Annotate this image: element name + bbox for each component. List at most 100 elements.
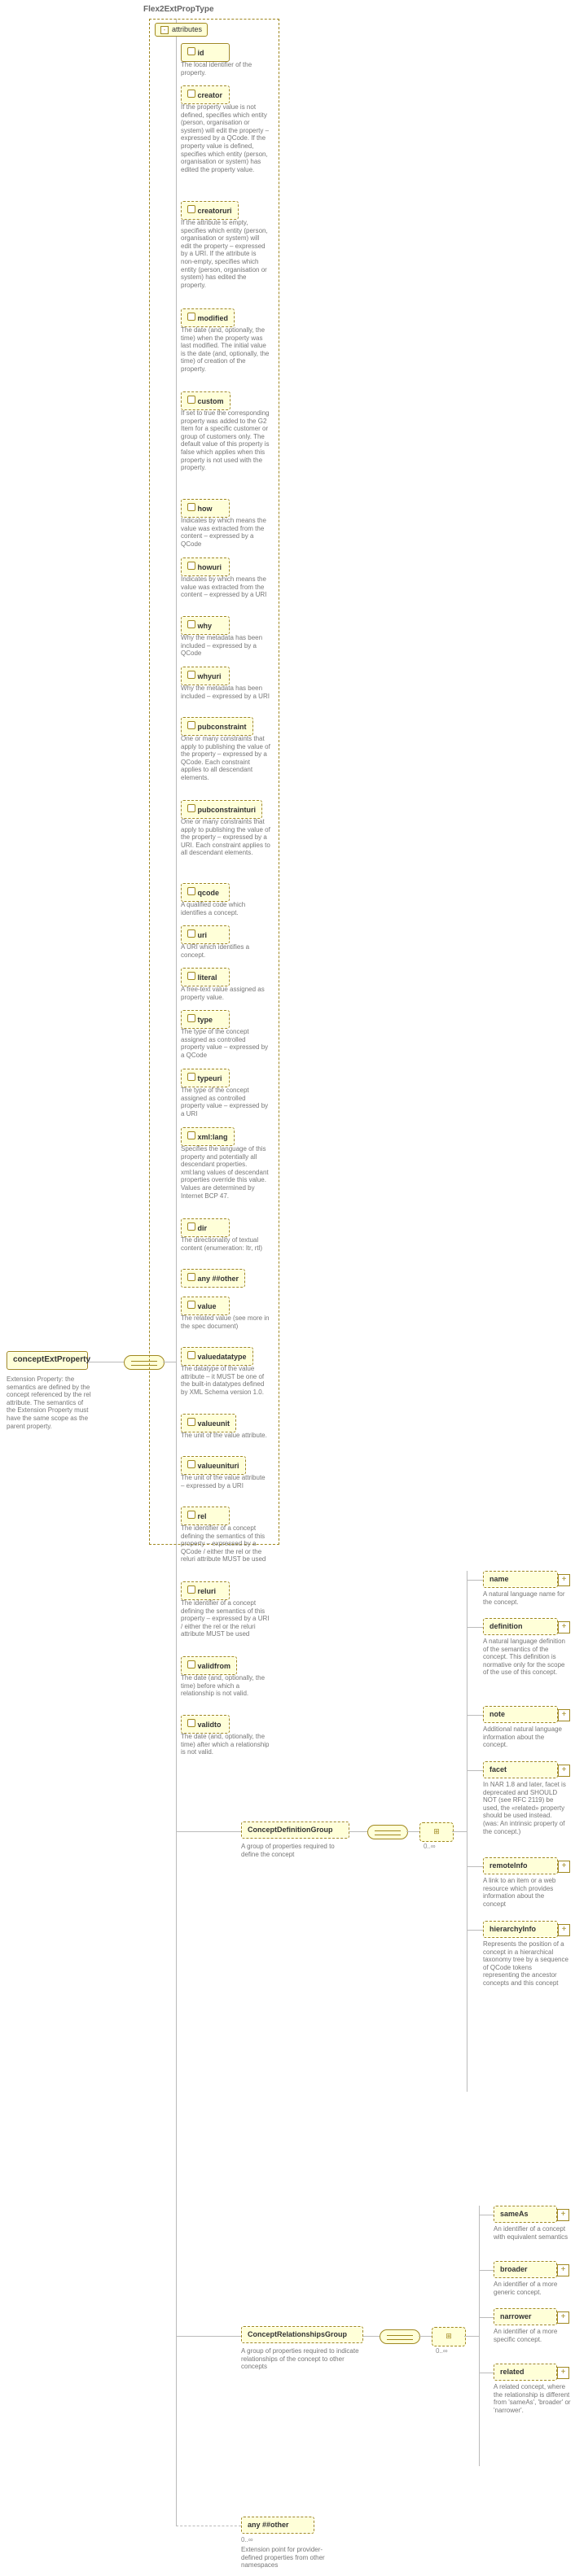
attr-name: how <box>187 503 223 514</box>
attr-desc: The related value (see more in the spec … <box>181 1314 270 1330</box>
attr-icon <box>187 1511 195 1519</box>
expand-icon[interactable]: + <box>557 2367 569 2379</box>
attr-uri: uri <box>181 925 230 944</box>
attr-label: pubconstrainturi <box>195 806 256 814</box>
attr-creatoruri: creatoruri <box>181 201 239 220</box>
attr-type: type <box>181 1010 230 1029</box>
attr-howuri: howuri <box>181 558 230 576</box>
attr-dir: dir <box>181 1218 230 1237</box>
expand-icon[interactable]: + <box>557 2311 569 2324</box>
attr-name: whyuri <box>187 671 223 681</box>
connector <box>464 2336 479 2337</box>
attr-name: literal <box>187 972 223 982</box>
child-narrower: narrower <box>494 2308 557 2325</box>
attr-name: typeuri <box>187 1073 223 1083</box>
attr-pubconstrainturi: pubconstrainturi <box>181 800 262 819</box>
attr-icon <box>187 1719 195 1727</box>
child-name: hierarchyInfo <box>489 1925 551 1934</box>
group-name: ConceptRelationshipsGroup <box>248 2330 357 2339</box>
group-desc: A group of properties required to define… <box>241 1843 351 1858</box>
attr-name: valueunituri <box>187 1460 239 1471</box>
attr-icon <box>187 887 195 895</box>
attr-label: pubconstraint <box>195 723 247 731</box>
child-definition: definition <box>483 1618 558 1635</box>
attr-desc: The date (and, optionally, the time) whe… <box>181 326 270 374</box>
attr-reluri: reluri <box>181 1581 230 1600</box>
attr-label: how <box>195 505 213 513</box>
expand-icon[interactable]: + <box>558 1574 570 1586</box>
attr-pubconstraint: pubconstraint <box>181 717 253 736</box>
attr-label: valueunit <box>195 1419 230 1428</box>
attr-desc: A qualified code which identifies a conc… <box>181 901 270 916</box>
attr-icon <box>187 620 195 628</box>
attr-desc: The date (and, optionally, the time) aft… <box>181 1733 270 1756</box>
expand-icon[interactable]: + <box>557 2264 569 2276</box>
attr-desc: A URI which identifies a concept. <box>181 943 270 959</box>
attr-label: valueunituri <box>195 1462 239 1470</box>
attr-validfrom: validfrom <box>181 1656 237 1675</box>
attr-desc: Why the metadata has been included – exp… <box>181 684 270 700</box>
child-desc: A natural language name for the concept. <box>483 1590 568 1606</box>
attr-name: why <box>187 620 223 631</box>
attr-label: id <box>195 49 204 57</box>
minus-icon: - <box>160 26 169 34</box>
connector <box>363 2336 380 2337</box>
attr-desc: If the property value is not defined, sp… <box>181 103 270 173</box>
attr-desc: The local identifier of the property. <box>181 61 270 77</box>
connector <box>467 1627 483 1628</box>
child-name: definition <box>489 1622 551 1631</box>
child-note: note <box>483 1706 558 1723</box>
connector <box>479 2317 494 2318</box>
attr-icon <box>187 671 195 679</box>
attr-label: custom <box>195 397 224 405</box>
attr-why: why <box>181 616 230 635</box>
child-name: sameAs <box>500 2210 551 2219</box>
choice-connector: ⊞ <box>432 2327 466 2346</box>
attr-icon <box>187 313 195 321</box>
attr-label: literal <box>195 973 217 982</box>
attr-label: whyuri <box>195 672 222 680</box>
attr-name: howuri <box>187 562 223 572</box>
attr-typeuri: typeuri <box>181 1069 230 1087</box>
child-name: remoteInfo <box>489 1861 551 1870</box>
attr-name: xml:lang <box>187 1131 228 1142</box>
connector <box>467 1715 483 1716</box>
attr-desc: Indicates by which means the value was e… <box>181 575 270 599</box>
attr-label: validfrom <box>195 1662 230 1670</box>
connector <box>467 1866 483 1867</box>
attr-icon <box>187 1351 195 1359</box>
any-other-name: any ##other <box>248 2521 308 2530</box>
cardinality: 0..∞ <box>241 2536 253 2544</box>
concept-relationships-group: ConceptRelationshipsGroup <box>241 2326 363 2343</box>
expand-icon[interactable]: + <box>558 1924 570 1936</box>
attr-icon <box>187 721 195 729</box>
child-broader: broader <box>494 2261 557 2278</box>
attr-label: typeuri <box>195 1074 222 1082</box>
expand-icon[interactable]: + <box>557 2209 569 2221</box>
attr-desc: The identifier of a concept defining the… <box>181 1599 270 1638</box>
child-name: name <box>483 1571 558 1588</box>
attr-label: creatoruri <box>195 207 232 215</box>
attr-valueunituri: valueunituri <box>181 1456 246 1475</box>
attr-name: validto <box>187 1719 223 1730</box>
attr-desc: One or many constraints that apply to pu… <box>181 818 270 857</box>
connector <box>419 2336 432 2337</box>
child-remoteInfo: remoteInfo <box>483 1857 558 1874</box>
expand-icon[interactable]: + <box>558 1709 570 1721</box>
expand-icon[interactable]: + <box>558 1621 570 1634</box>
expand-icon[interactable]: + <box>558 1861 570 1873</box>
root-name: conceptExtProperty <box>13 1355 81 1366</box>
attributes-label: attributes <box>172 25 202 34</box>
child-desc: An identifier of a concept with equivale… <box>494 2225 571 2241</box>
child-desc: An identifier of a more specific concept… <box>494 2328 571 2343</box>
any-other-desc: Extension point for provider-defined pro… <box>241 2546 339 2569</box>
attr-icon <box>187 1301 195 1309</box>
child-name: related <box>500 2368 551 2377</box>
attr-desc: If the attribute is empty, specifies whi… <box>181 219 270 289</box>
sequence-connector <box>380 2329 420 2344</box>
attr-label: dir <box>195 1224 207 1232</box>
attr-name: creator <box>187 90 223 100</box>
expand-icon[interactable]: + <box>558 1765 570 1777</box>
group-desc: A group of properties required to indica… <box>241 2347 363 2371</box>
attr-label: rel <box>195 1512 207 1520</box>
